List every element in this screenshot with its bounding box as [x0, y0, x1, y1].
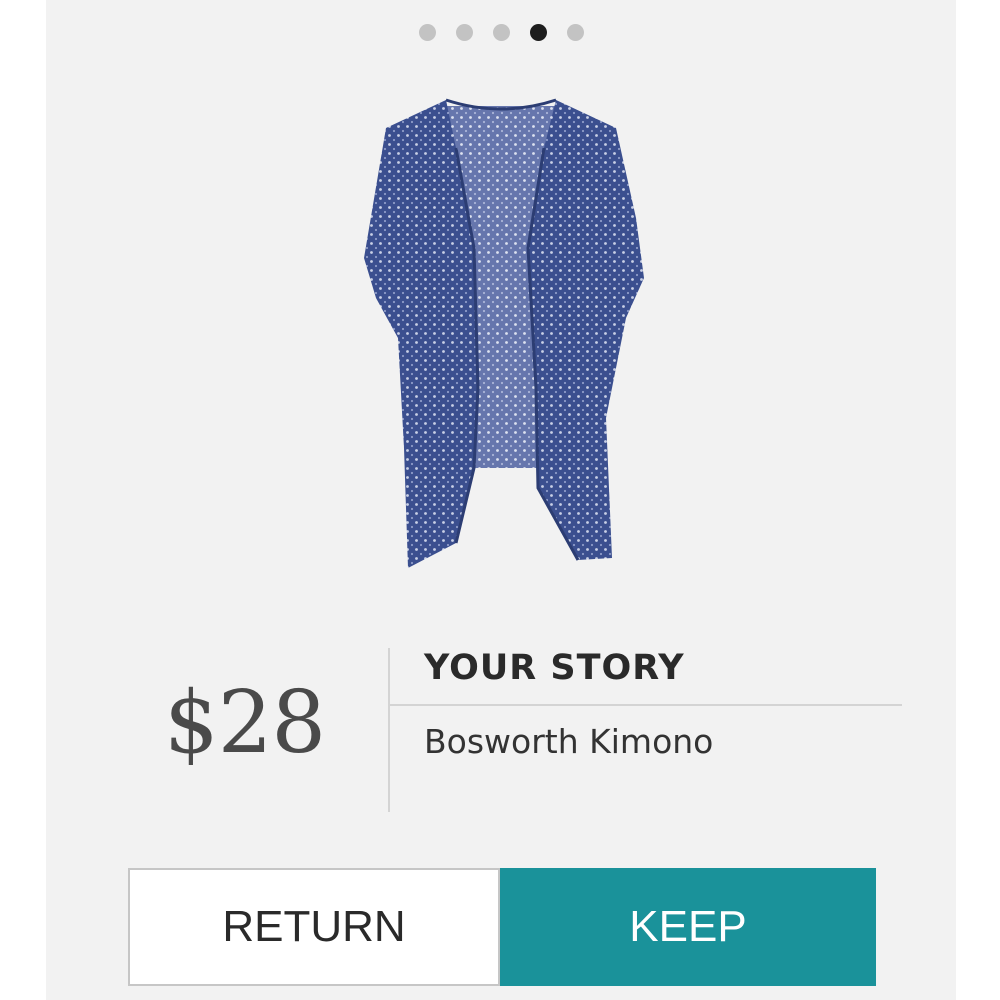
keep-button[interactable]: KEEP	[500, 868, 876, 986]
horizontal-divider	[390, 704, 902, 706]
return-button[interactable]: RETURN	[128, 868, 500, 986]
product-card: $28 YOUR STORY Bosworth Kimono RETURN KE…	[46, 0, 956, 1000]
carousel-dot[interactable]	[566, 24, 584, 41]
carousel-dot[interactable]	[418, 24, 436, 41]
carousel-dot-active[interactable]	[529, 24, 547, 41]
action-buttons: RETURN KEEP	[128, 868, 876, 986]
product-image[interactable]	[306, 88, 696, 588]
kimono-illustration	[364, 98, 644, 568]
carousel-dot[interactable]	[455, 24, 473, 41]
product-brand: YOUR STORY	[424, 648, 685, 688]
product-name: Bosworth Kimono	[424, 722, 714, 761]
carousel-pagination	[46, 24, 956, 41]
vertical-divider	[388, 648, 390, 812]
product-price: $28	[164, 673, 326, 773]
carousel-dot[interactable]	[492, 24, 510, 41]
